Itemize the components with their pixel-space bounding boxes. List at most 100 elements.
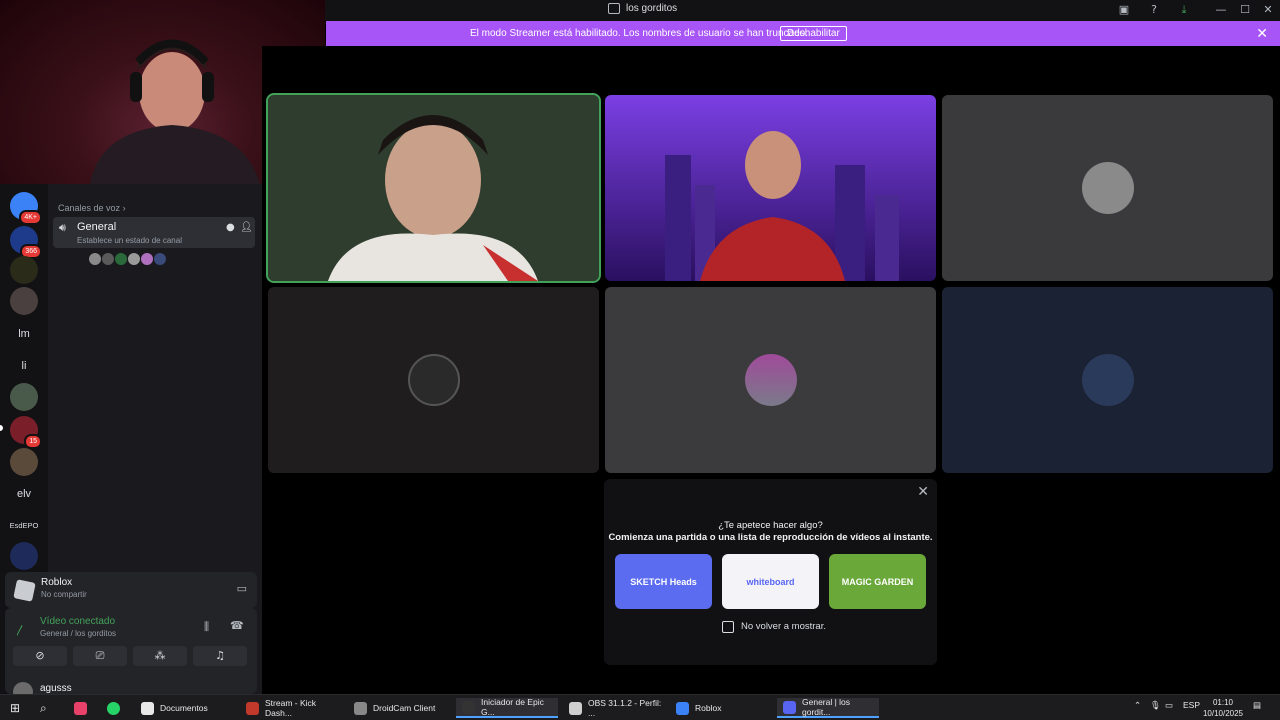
tray-overflow-icon[interactable]: ⌃ xyxy=(1134,700,1141,711)
download-button[interactable]: ⤓ xyxy=(1176,3,1192,17)
video-tile[interactable] xyxy=(268,287,599,473)
participant-avatar xyxy=(1081,354,1134,406)
taskbar-app-label: Roblox xyxy=(695,703,722,713)
mention-badge: 15 xyxy=(24,434,42,449)
video-tile[interactable] xyxy=(266,93,601,283)
channel-status[interactable]: Establece un estado de canal xyxy=(77,236,182,245)
server-icon[interactable]: 4K+ xyxy=(10,192,42,225)
member-avatar[interactable] xyxy=(140,252,154,266)
server-icon[interactable]: 15 xyxy=(10,416,42,449)
activity-game-name: Roblox xyxy=(41,577,73,588)
participant-video xyxy=(268,95,599,281)
signal-icon[interactable]: 〳 xyxy=(15,622,26,638)
unread-indicator xyxy=(0,425,3,431)
app-icon xyxy=(354,701,367,715)
search-icon: ⌕ xyxy=(40,700,47,715)
microphone-icon[interactable]: 🎙︎ xyxy=(1150,700,1161,711)
screen: los gorditos ▣ ? ⤓ — ☐ ✕ El modo Streame… xyxy=(0,0,1280,720)
taskbar-app[interactable]: DroidCam Client xyxy=(348,698,451,718)
server-icon[interactable]: lm xyxy=(10,320,38,348)
video-tile[interactable] xyxy=(605,95,936,281)
video-tile[interactable] xyxy=(942,287,1273,473)
maximize-button[interactable]: ☐ xyxy=(1237,3,1253,17)
taskbar-app[interactable]: Stream - Kick Dash... xyxy=(240,698,343,718)
member-avatar[interactable] xyxy=(114,252,128,266)
inbox-button[interactable]: ▣ xyxy=(1116,3,1132,17)
server-icon[interactable]: 366 xyxy=(10,226,42,259)
card-headline: ¿Te apetece hacer algo? xyxy=(718,520,823,531)
server-icon[interactable] xyxy=(10,287,38,315)
banner-close-icon[interactable]: ✕ xyxy=(1256,25,1268,42)
tiktok-button[interactable] xyxy=(68,698,87,718)
taskbar-app[interactable]: Iniciador de Epic G... xyxy=(456,697,558,718)
member-avatar[interactable] xyxy=(127,252,141,266)
whatsapp-button[interactable] xyxy=(101,698,120,718)
video-tile[interactable] xyxy=(605,287,936,473)
chevron-right-icon: › xyxy=(122,203,126,213)
server-label: elv xyxy=(16,488,32,500)
server-icon[interactable] xyxy=(10,542,38,570)
close-button[interactable]: ✕ xyxy=(1260,3,1276,17)
os-taskbar: ⊞ ⌕ Documentos Stream - Kick Dash... Droid… xyxy=(0,694,1280,720)
dont-show-checkbox[interactable] xyxy=(722,621,734,633)
voice-channel-general[interactable]: 🔊︎ General Establece un estado de canal … xyxy=(53,217,255,248)
app-icon xyxy=(246,701,259,715)
search-button[interactable]: ⌕ xyxy=(34,698,47,718)
disable-streamer-button[interactable]: Deshabilitar xyxy=(780,26,847,41)
start-button[interactable]: ⊞ xyxy=(4,698,20,718)
windows-icon: ⊞ xyxy=(10,701,21,715)
disconnect-icon[interactable]: ☎ xyxy=(230,619,244,632)
user-panel: agusss xyxy=(5,680,257,702)
activity-sketch-heads[interactable]: SKETCH Heads xyxy=(615,554,712,609)
participant-avatar xyxy=(1081,162,1134,214)
taskbar-app[interactable]: OBS 31.1.2 - Perfil: ... xyxy=(563,698,665,718)
taskbar-app-label: Iniciador de Epic G... xyxy=(481,697,544,717)
notifications-icon[interactable]: ▤ xyxy=(1253,700,1261,711)
chat-icon[interactable]: ● xyxy=(226,222,235,233)
voice-category-label: Canales de voz xyxy=(58,203,121,213)
activities-button[interactable]: ⁂ xyxy=(133,646,187,666)
app-icon xyxy=(783,700,796,714)
minimize-button[interactable]: — xyxy=(1213,3,1229,17)
member-avatar[interactable] xyxy=(88,252,102,266)
taskbar-app-label: Documentos xyxy=(160,703,208,713)
whatsapp-icon xyxy=(107,701,120,715)
app-icon xyxy=(141,701,154,715)
server-icon[interactable] xyxy=(10,383,38,411)
taskbar-app-label: General | los gordit... xyxy=(802,697,851,717)
member-avatar[interactable] xyxy=(101,252,115,266)
camera-off-button[interactable]: ⊘ xyxy=(13,646,67,666)
app-icon xyxy=(462,700,475,714)
voice-location[interactable]: General / los gorditos xyxy=(40,629,116,638)
taskbar-app[interactable]: Roblox xyxy=(670,698,770,718)
member-avatar[interactable] xyxy=(153,252,167,266)
server-icon[interactable]: elv xyxy=(10,480,38,508)
video-tile[interactable] xyxy=(942,95,1273,281)
card-subline: Comienza una partida o una lista de repr… xyxy=(608,532,933,543)
screen-share-icon[interactable]: ▭ xyxy=(237,582,247,595)
invite-icon[interactable]: 👤︎ xyxy=(240,222,253,233)
server-label: lm xyxy=(18,328,30,340)
voice-status[interactable]: Vídeo conectado xyxy=(40,616,115,627)
channel-members xyxy=(88,252,167,266)
soundboard-button[interactable]: ♫ xyxy=(193,646,247,666)
server-icon[interactable]: li xyxy=(10,352,38,380)
activity-whiteboard[interactable]: whiteboard xyxy=(722,554,819,609)
participant-avatar xyxy=(407,354,460,406)
dont-show-label[interactable]: No volver a mostrar. xyxy=(741,621,826,632)
taskbar-app[interactable]: Documentos xyxy=(135,698,235,718)
server-icon[interactable]: EsdEPO xyxy=(9,511,39,539)
help-button[interactable]: ? xyxy=(1146,3,1162,17)
channel-name: General xyxy=(77,221,117,233)
noise-suppression-icon[interactable]: ⫼ xyxy=(204,620,209,634)
clock[interactable]: 01:10 10/10/2025 xyxy=(1198,697,1248,719)
network-icon[interactable]: ▭ xyxy=(1165,700,1173,711)
inbox-icon xyxy=(608,3,620,14)
close-card-icon[interactable]: ✕ xyxy=(917,484,929,500)
taskbar-app[interactable]: General | los gordit... xyxy=(777,697,879,718)
activity-magic-garden[interactable]: MAGIC GARDEN xyxy=(829,554,926,609)
server-icon[interactable] xyxy=(10,256,38,284)
share-screen-button[interactable]: ⎚ xyxy=(73,646,127,666)
voice-category-header[interactable]: Canales de voz › xyxy=(58,203,126,213)
server-icon[interactable] xyxy=(10,448,38,476)
